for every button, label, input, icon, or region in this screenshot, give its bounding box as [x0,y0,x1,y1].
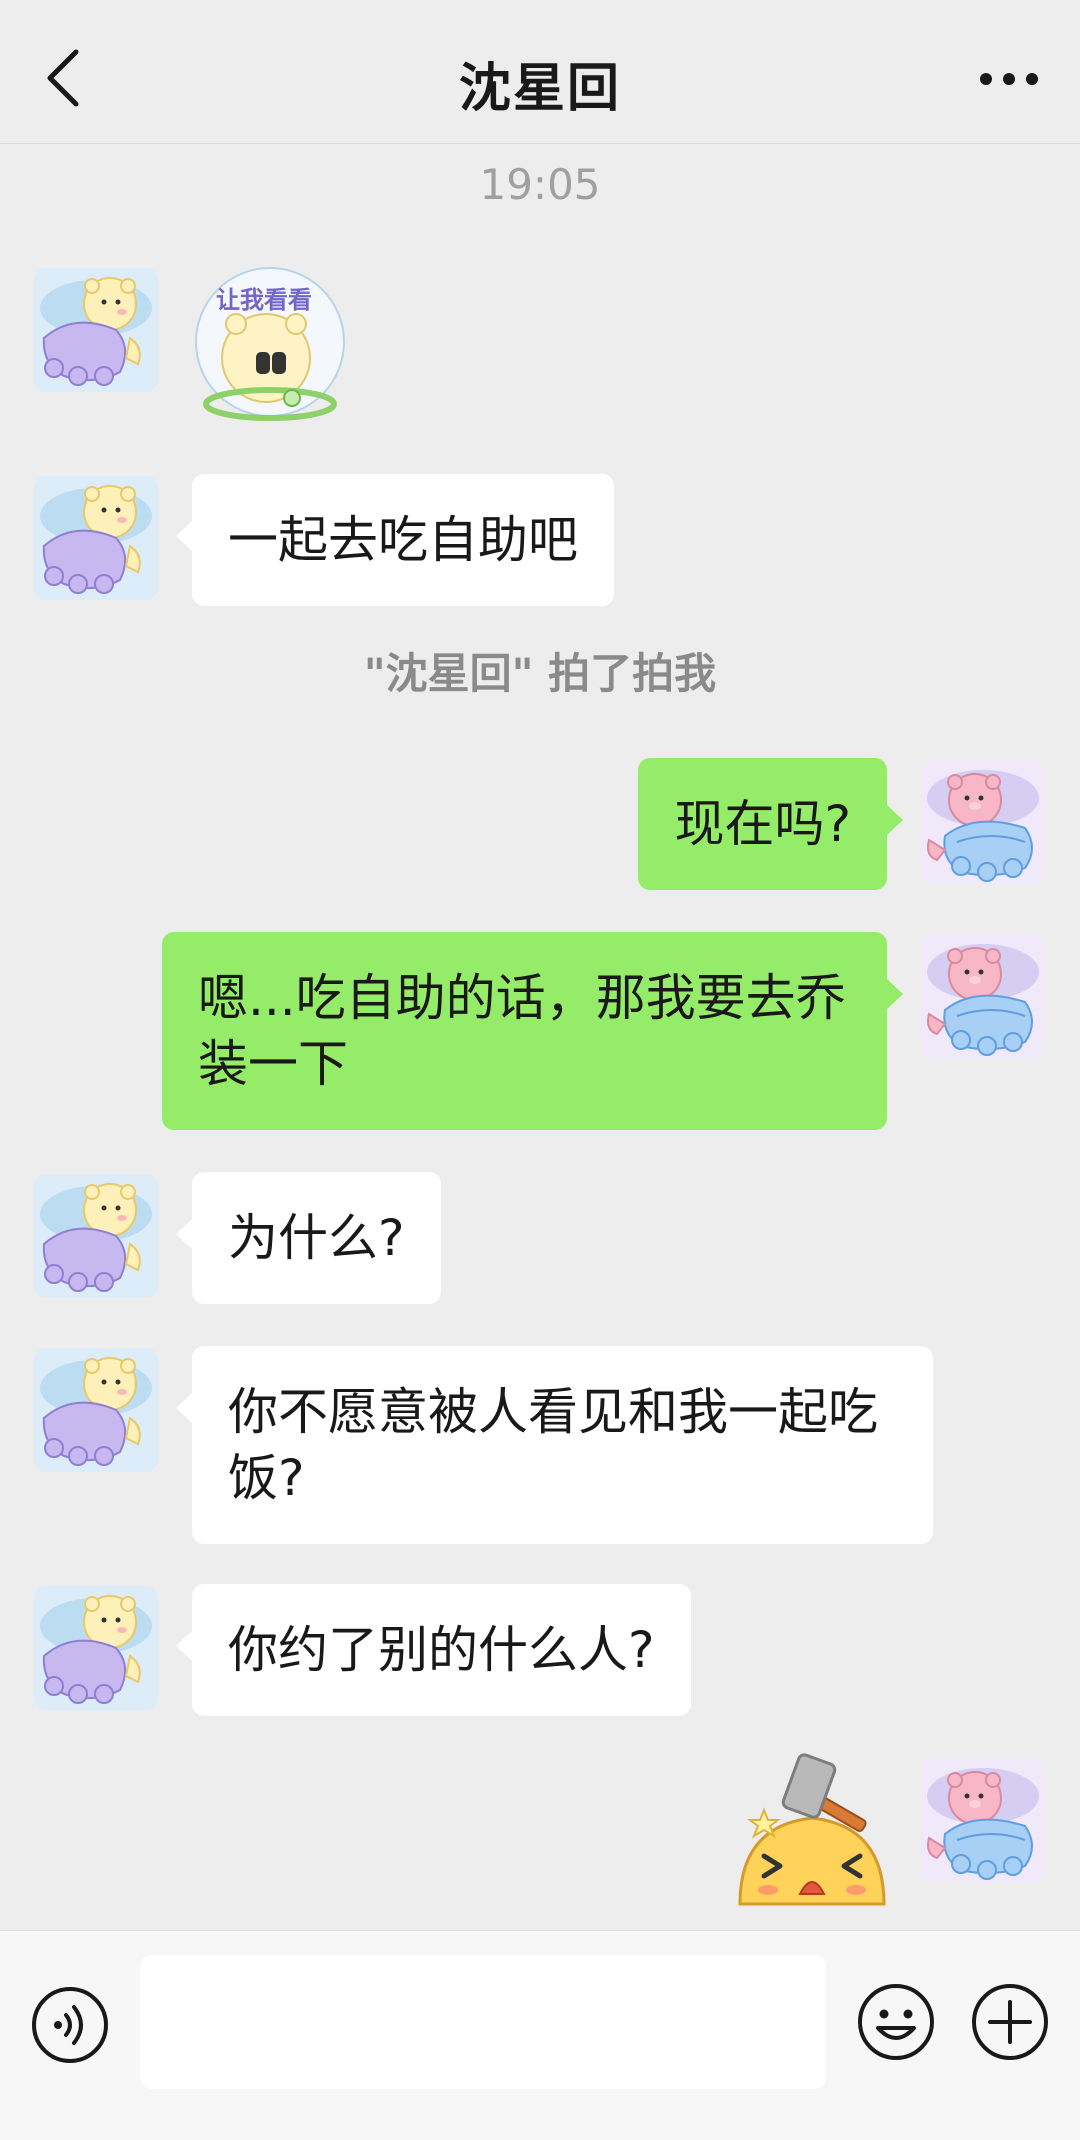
message-bubble-received[interactable]: 为什么? [176,1172,441,1304]
self-avatar[interactable] [921,760,1045,884]
self-avatar[interactable] [921,1758,1045,1882]
more-horizontal-icon [980,73,1038,85]
emoji-icon [858,1984,934,2060]
voice-input-button[interactable] [30,1985,110,2065]
message-text: 为什么? [228,1209,405,1267]
message-timestamp: 19:05 [479,160,601,209]
contact-avatar[interactable] [34,476,158,600]
message-text: 你不愿意被人看见和我一起吃饭? [228,1383,878,1507]
message-bubble-received[interactable]: 你约了别的什么人? [176,1584,691,1716]
message-text: 现在吗? [674,795,851,853]
message-text: 嗯...吃自助的话，那我要去乔装一下 [198,969,846,1093]
message-bubble-received[interactable]: 你不愿意被人看见和我一起吃饭? [176,1346,933,1544]
contact-avatar[interactable] [34,1174,158,1298]
self-avatar[interactable] [921,934,1045,1058]
emoji-button[interactable] [856,1982,936,2062]
more-options-button[interactable] [974,62,1044,96]
more-functions-button[interactable] [970,1982,1050,2062]
sticker-caption: 让我看看 [216,286,312,314]
message-bubble-sent[interactable]: 嗯...吃自助的话，那我要去乔装一下 [162,932,903,1130]
message-bubble-sent[interactable]: 现在吗? [638,758,903,890]
message-bubble-received[interactable]: 一起去吃自助吧 [176,474,614,606]
contact-avatar[interactable] [34,1348,158,1472]
message-input[interactable] [140,1955,826,2089]
message-text: 一起去吃自助吧 [228,511,578,569]
contact-avatar[interactable] [34,1586,158,1710]
pat-notice: "沈星回" 拍了拍我 [363,649,717,698]
chat-header: 沈星回 [0,0,1080,144]
message-text: 你约了别的什么人? [228,1621,655,1679]
plus-circle-icon [972,1984,1048,2060]
contact-avatar[interactable] [34,268,158,392]
hammer-bonk-sticker[interactable] [734,1752,890,1922]
sticker-let-me-see[interactable]: 让我看看 [192,266,348,424]
chat-title: 沈星回 [458,59,621,119]
voice-icon [32,1987,108,2063]
